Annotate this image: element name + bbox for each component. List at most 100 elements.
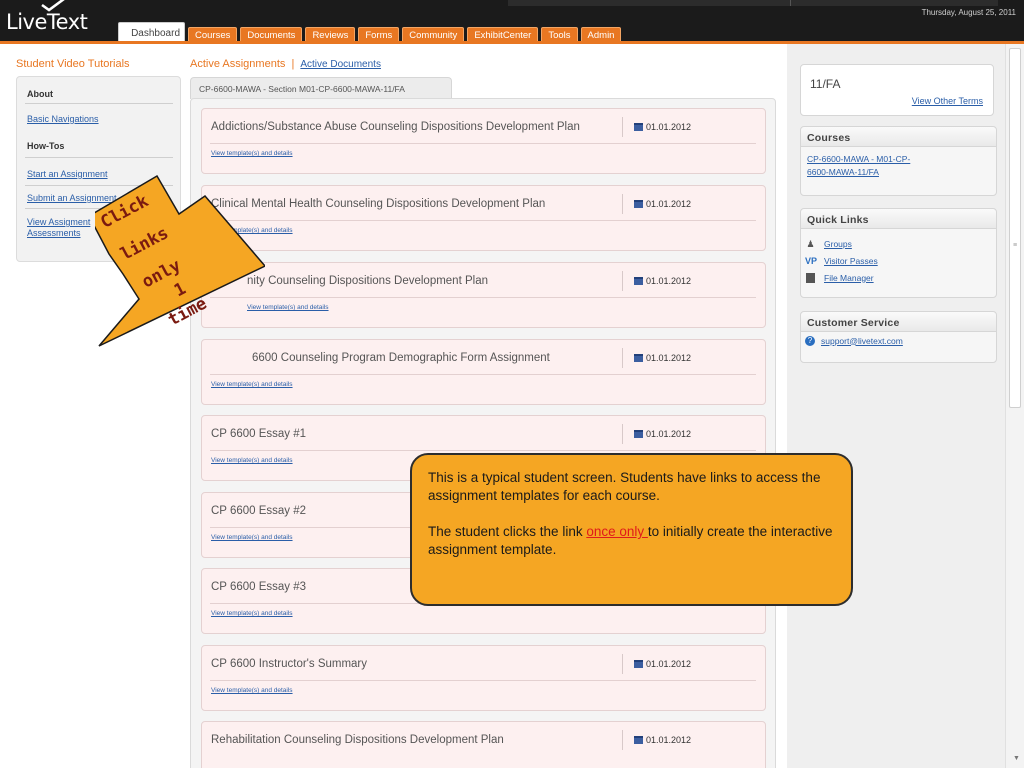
quick-link-label[interactable]: Visitor Passes xyxy=(824,255,878,268)
quick-links-box: Quick Links ♟ Groups VP Visitor Passes F… xyxy=(800,208,997,298)
livetext-logo[interactable]: LiveText xyxy=(6,0,116,40)
current-term: 11/FA xyxy=(810,77,841,91)
divider xyxy=(210,297,756,298)
divider xyxy=(622,194,623,214)
calendar-icon xyxy=(634,660,643,668)
assignment-card: Rehabilitation Counseling Dispositions D… xyxy=(201,721,766,768)
explanation-callout: This is a typical student screen. Studen… xyxy=(410,453,853,606)
assignment-card: nity Counseling Dispositions Development… xyxy=(201,262,766,328)
view-template-link[interactable]: View template(s) and details xyxy=(211,381,293,388)
active-documents-link[interactable]: Active Documents xyxy=(300,59,381,70)
calendar-icon xyxy=(634,200,643,208)
top-header: LiveText Thursday, August 25, 2011 Dashb… xyxy=(0,0,1024,44)
quick-links-header: Quick Links xyxy=(801,209,996,229)
visitor-pass-icon: VP xyxy=(805,256,818,266)
assignments-heading: Active Assignments | Active Documents xyxy=(190,58,381,70)
scroll-down-icon[interactable]: ▼ xyxy=(1013,755,1020,762)
quick-link-label[interactable]: Groups xyxy=(824,238,852,251)
assignment-title: CP 6600 Essay #2 xyxy=(211,505,307,517)
due-date: 01.01.2012 xyxy=(634,199,691,209)
groups-icon: ♟ xyxy=(806,239,815,249)
callout-text: The student clicks the link xyxy=(428,524,587,539)
due-date-text: 01.01.2012 xyxy=(646,659,692,669)
due-date-text: 01.01.2012 xyxy=(646,353,692,363)
link-view-assignment[interactable]: View Assigment xyxy=(27,217,90,228)
separator: | xyxy=(291,58,295,70)
about-header: About xyxy=(27,89,53,99)
howto-header: How-Tos xyxy=(27,141,65,151)
view-template-link[interactable]: View template(s) and details xyxy=(211,687,293,694)
assignment-title: CP 6600 Essay #1 xyxy=(211,428,307,440)
view-other-terms-link[interactable]: View Other Terms xyxy=(912,96,983,106)
divider xyxy=(210,220,756,221)
due-date: 01.01.2012 xyxy=(634,659,691,669)
quick-link-label[interactable]: File Manager xyxy=(824,272,874,285)
due-date: 01.01.2012 xyxy=(634,276,691,286)
divider xyxy=(210,680,756,681)
logo-text: LiveText xyxy=(6,10,88,34)
quick-link-visitor-passes[interactable]: VP Visitor Passes xyxy=(801,253,996,269)
due-date: 01.01.2012 xyxy=(634,122,691,132)
assignment-card: Clinical Mental Health Counseling Dispos… xyxy=(201,185,766,251)
due-date-text: 01.01.2012 xyxy=(646,122,692,132)
current-date: Thursday, August 25, 2011 xyxy=(921,8,1016,17)
logo-check-icon xyxy=(41,0,65,12)
due-date-text: 01.01.2012 xyxy=(646,276,692,286)
support-email-link[interactable]: support@livetext.com xyxy=(821,335,903,348)
calendar-icon xyxy=(634,736,643,744)
divider xyxy=(622,424,623,444)
term-box: 11/FA View Other Terms xyxy=(800,64,994,116)
file-manager-icon xyxy=(806,273,815,283)
assignment-title: CP 6600 Instructor's Summary xyxy=(211,658,368,670)
divider xyxy=(210,450,756,451)
due-date-text: 01.01.2012 xyxy=(646,199,692,209)
scroll-grip-icon: ≡ xyxy=(1013,242,1018,249)
support-email-row[interactable]: ? support@livetext.com xyxy=(801,332,996,350)
assignment-card: 6600 Counseling Program Demographic Form… xyxy=(201,339,766,405)
courses-header: Courses xyxy=(801,127,996,147)
due-date-text: 01.01.2012 xyxy=(646,429,692,439)
calendar-icon xyxy=(634,277,643,285)
divider xyxy=(622,654,623,674)
assignment-title: CP 6600 Essay #3 xyxy=(211,581,307,593)
link-basic-navigations[interactable]: Basic Navigations xyxy=(27,114,99,125)
click-once-arrow: Click links only 1 time xyxy=(88,156,267,348)
due-date: 01.01.2012 xyxy=(634,429,691,439)
divider xyxy=(622,271,623,291)
calendar-icon xyxy=(634,354,643,362)
view-template-link[interactable]: View template(s) and details xyxy=(211,534,293,541)
callout-paragraph-1: This is a typical student screen. Studen… xyxy=(428,470,821,503)
course-link-line-2[interactable]: 6600-MAWA-11/FA xyxy=(801,166,996,179)
top-utility-bar xyxy=(508,0,998,6)
callout-paragraph-2: The student clicks the link once only to… xyxy=(428,523,835,559)
divider xyxy=(622,348,623,368)
due-date: 01.01.2012 xyxy=(634,353,691,363)
assignment-card: CP 6600 Instructor's Summary 01.01.2012 … xyxy=(201,645,766,711)
quick-link-file-manager[interactable]: File Manager xyxy=(801,269,996,287)
page-scrollbar[interactable]: ≡ ▼ xyxy=(1005,44,1024,768)
view-template-link[interactable]: View template(s) and details xyxy=(211,457,293,464)
assignment-title: Rehabilitation Counseling Dispositions D… xyxy=(211,734,504,746)
divider xyxy=(210,374,756,375)
assignment-card: Addictions/Substance Abuse Counseling Di… xyxy=(201,108,766,174)
divider xyxy=(210,143,756,144)
help-icon: ? xyxy=(805,336,815,346)
divider xyxy=(25,103,173,104)
assignment-title: Addictions/Substance Abuse Counseling Di… xyxy=(211,121,580,133)
assignment-title: nity Counseling Dispositions Development… xyxy=(247,275,488,287)
scroll-thumb[interactable] xyxy=(1009,48,1021,408)
customer-service-header: Customer Service xyxy=(801,312,996,332)
active-assignments-label[interactable]: Active Assignments xyxy=(190,58,285,70)
callout-highlight: once only xyxy=(586,524,648,539)
course-link[interactable]: CP-6600-MAWA - M01-CP- 6600-MAWA-11/FA xyxy=(801,147,996,179)
view-template-link[interactable]: View template(s) and details xyxy=(211,610,293,617)
course-section-tab[interactable]: CP-6600-MAWA - Section M01-CP-6600-MAWA-… xyxy=(190,77,452,99)
course-link-line-1[interactable]: CP-6600-MAWA - M01-CP- xyxy=(801,153,996,166)
due-date-text: 01.01.2012 xyxy=(646,735,692,745)
assignment-title: 6600 Counseling Program Demographic Form… xyxy=(252,352,550,364)
link-assessments[interactable]: Assessments xyxy=(27,228,81,239)
due-date: 01.01.2012 xyxy=(634,735,691,745)
calendar-icon xyxy=(634,430,643,438)
quick-link-groups[interactable]: ♟ Groups xyxy=(801,235,996,253)
divider xyxy=(622,730,623,750)
